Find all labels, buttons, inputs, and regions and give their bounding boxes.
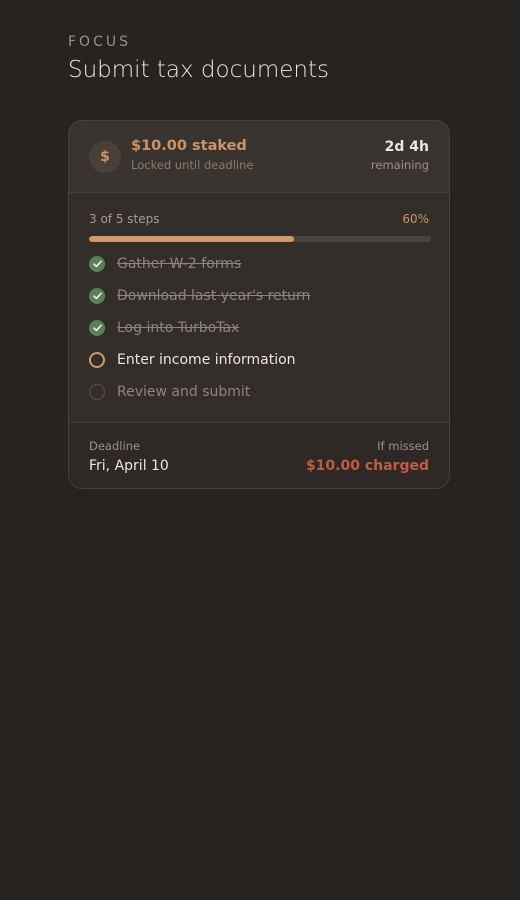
progress-label: 3 of 5 steps [89,212,160,226]
step-label: Review and submit [117,384,251,400]
check-circle-icon[interactable] [89,256,105,272]
step-item[interactable]: Download last year's return [89,280,431,312]
step-item[interactable]: Log into TurboTax [89,312,431,344]
progress-bar [89,236,431,242]
step-item[interactable]: Enter income information [89,344,431,376]
time-remaining: 2d 4h [384,139,429,155]
progress-percent: 60% [402,212,429,226]
step-label: Enter income information [117,352,296,368]
page-title: Submit tax documents [68,57,329,83]
step-label: Log into TurboTax [117,320,240,336]
step-item[interactable]: Review and submit [89,376,431,408]
if-missed-label: If missed [377,439,429,453]
current-step-circle-icon[interactable] [89,352,105,368]
empty-circle-icon[interactable] [89,384,105,400]
dollar-coin-icon: $ [89,141,121,173]
stake-amount: $10.00 staked [131,138,247,154]
deadline-label: Deadline [89,439,141,453]
time-remaining-label: remaining [370,158,429,172]
card-footer: Deadline Fri, April 10 If missed $10.00 … [69,422,449,488]
step-list: Gather W-2 forms Download last year's ret… [89,248,431,408]
if-missed-penalty: $10.00 charged [305,458,429,474]
check-circle-icon[interactable] [89,288,105,304]
step-label: Download last year's return [117,288,311,304]
step-item[interactable]: Gather W-2 forms [89,248,431,280]
stake-row: $ $10.00 staked Locked until deadline 2d… [69,121,449,193]
progress-bar-fill [89,236,295,242]
task-card: $ $10.00 staked Locked until deadline 2d… [68,120,450,489]
step-label: Gather W-2 forms [117,256,242,272]
check-circle-icon[interactable] [89,320,105,336]
deadline-value: Fri, April 10 [89,458,169,474]
stake-subtitle: Locked until deadline [131,158,254,172]
eyebrow-label: FOCUS [68,34,131,50]
